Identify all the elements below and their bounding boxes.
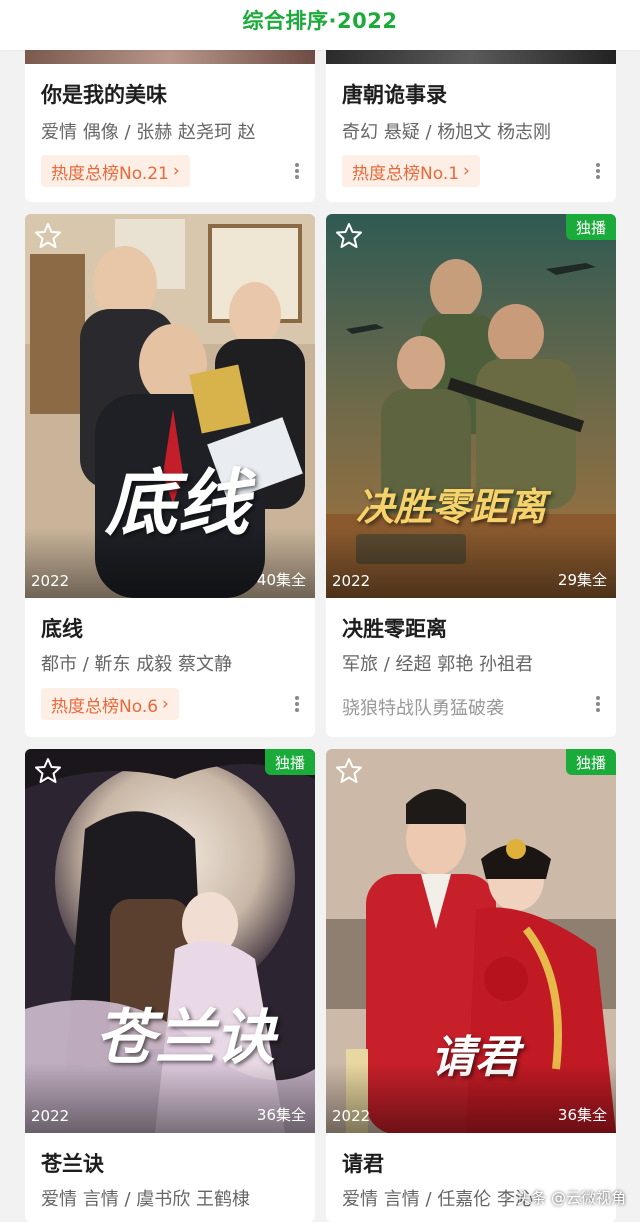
drama-title: 唐朝诡事录 bbox=[342, 83, 447, 107]
more-vertical-icon[interactable] bbox=[592, 694, 604, 714]
poster-image[interactable]: 请君 独播 2022 36集全 bbox=[326, 749, 616, 1133]
rank-label: 热度总榜No.6 bbox=[51, 696, 159, 717]
exclusive-badge: 独播 bbox=[264, 749, 315, 775]
chevron-right-icon: › bbox=[463, 161, 470, 181]
episode-count: 36集全 bbox=[256, 1106, 306, 1124]
drama-meta: 爱情 偶像 / 张赫 赵尧珂 赵 bbox=[41, 122, 256, 143]
chevron-right-icon: › bbox=[162, 694, 169, 714]
drama-meta: 奇幻 悬疑 / 杨旭文 杨志刚 bbox=[342, 122, 551, 143]
rank-label: 热度总榜No.21 bbox=[51, 163, 169, 184]
drama-meta: 爱情 言情 / 虞书欣 王鹤棣 bbox=[41, 1189, 250, 1210]
watermark: 头条 @云微视角 bbox=[516, 1189, 626, 1207]
release-year: 2022 bbox=[332, 1107, 371, 1125]
more-vertical-icon[interactable] bbox=[592, 161, 604, 181]
rank-badge[interactable]: 热度总榜No.21 › bbox=[41, 155, 190, 187]
star-outline-icon[interactable] bbox=[34, 757, 62, 785]
drama-meta: 都市 / 靳东 成毅 蔡文静 bbox=[41, 654, 232, 675]
drama-card[interactable]: 唐朝诡事录 奇幻 悬疑 / 杨旭文 杨志刚 热度总榜No.1 › bbox=[326, 40, 616, 202]
drama-card[interactable]: 苍兰诀 独播 2022 36集全 苍兰诀 爱情 言情 / 虞书欣 王鹤棣 bbox=[25, 749, 315, 1222]
exclusive-badge: 独播 bbox=[565, 214, 616, 240]
poster-image[interactable]: 决胜零距离 独播 2022 29集全 bbox=[326, 214, 616, 598]
star-outline-icon[interactable] bbox=[34, 222, 62, 250]
drama-tagline: 骁狼特战队勇猛破袭 bbox=[342, 698, 504, 719]
more-vertical-icon[interactable] bbox=[291, 694, 303, 714]
rank-label: 热度总榜No.1 bbox=[352, 163, 460, 184]
rank-badge[interactable]: 热度总榜No.6 › bbox=[41, 688, 179, 720]
star-outline-icon[interactable] bbox=[335, 757, 363, 785]
page-title: 综合排序·2022 bbox=[242, 9, 398, 33]
star-outline-icon[interactable] bbox=[335, 222, 363, 250]
episode-count: 40集全 bbox=[256, 571, 306, 589]
drama-title: 决胜零距离 bbox=[342, 617, 447, 641]
rank-badge[interactable]: 热度总榜No.1 › bbox=[342, 155, 480, 187]
episode-count: 36集全 bbox=[557, 1106, 607, 1124]
release-year: 2022 bbox=[332, 572, 371, 590]
release-year: 2022 bbox=[31, 1107, 70, 1125]
poster-image[interactable]: 底线 2022 40集全 bbox=[25, 214, 315, 598]
drama-card[interactable]: 决胜零距离 独播 2022 29集全 决胜零距离 军旅 / 经超 郭艳 孙祖君 … bbox=[326, 214, 616, 737]
drama-title: 请君 bbox=[342, 1152, 384, 1176]
episode-count: 29集全 bbox=[557, 571, 607, 589]
drama-title: 你是我的美味 bbox=[41, 83, 167, 107]
exclusive-badge: 独播 bbox=[565, 749, 616, 775]
poster-image[interactable]: 苍兰诀 独播 2022 36集全 bbox=[25, 749, 315, 1133]
more-vertical-icon[interactable] bbox=[291, 161, 303, 181]
drama-card[interactable]: 底线 2022 40集全 底线 都市 / 靳东 成毅 蔡文静 热度总榜No.6 … bbox=[25, 214, 315, 737]
sort-header: 综合排序·2022 bbox=[0, 0, 640, 50]
chevron-right-icon: › bbox=[172, 161, 180, 181]
poster-title-art: 决胜零距离 bbox=[356, 484, 547, 529]
drama-meta: 军旅 / 经超 郭艳 孙祖君 bbox=[342, 654, 533, 675]
release-year: 2022 bbox=[31, 572, 70, 590]
drama-card[interactable]: 请君 独播 2022 36集全 请君 爱情 言情 / 任嘉伦 李沁 bbox=[326, 749, 616, 1222]
drama-title: 底线 bbox=[41, 617, 83, 641]
drama-card[interactable]: 你是我的美味 爱情 偶像 / 张赫 赵尧珂 赵 热度总榜No.21 › bbox=[25, 40, 315, 202]
drama-title: 苍兰诀 bbox=[41, 1152, 104, 1176]
